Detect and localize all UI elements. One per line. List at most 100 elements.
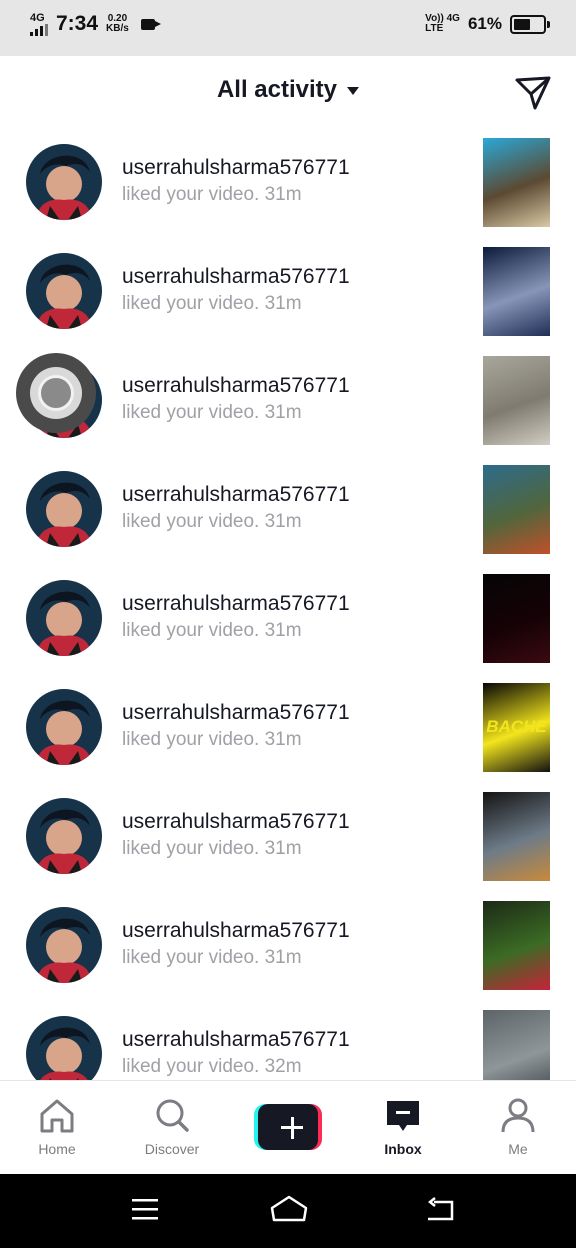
inbox-icon [387,1101,419,1131]
avatar[interactable] [26,580,102,656]
caret-down-icon [347,87,360,95]
video-camera-icon [140,18,161,30]
status-left: 4G 7:34 0.20 KB/s [30,12,161,36]
video-thumbnail[interactable] [483,1010,550,1080]
notification-text: liked your video. 31m [122,729,302,751]
username[interactable]: userrahulsharma576771 [122,156,350,180]
timestamp: 31m [264,402,302,423]
activity-header: All activity [0,56,576,132]
home-icon [40,1099,74,1133]
username[interactable]: userrahulsharma576771 [122,810,350,834]
volte-indicator: Vo)) 4G LTE [425,14,460,34]
avatar[interactable] [26,1016,102,1080]
plus-icon-vertical [290,1116,294,1139]
list-item[interactable]: userrahulsharma576771 liked your video. … [0,455,576,564]
avatar-image [26,580,102,656]
signal-indicator: 4G [30,12,48,36]
nav-discover[interactable]: Discover [122,1081,222,1175]
nav-home[interactable]: Home [7,1081,107,1175]
username[interactable]: userrahulsharma576771 [122,483,350,507]
username[interactable]: userrahulsharma576771 [122,374,350,398]
page-title: All activity [216,76,338,103]
avatar-image [26,471,102,547]
nav-me[interactable]: Me [468,1081,568,1175]
action-text: liked your video. [122,729,260,750]
create-button-body [258,1104,318,1150]
username[interactable]: userrahulsharma576771 [122,919,350,943]
speed-unit: KB/s [106,23,129,34]
list-item[interactable]: userrahulsharma576771 liked your video. … [0,782,576,891]
notification-text: liked your video. 31m [122,838,302,860]
avatar[interactable] [26,907,102,983]
home-outline-icon[interactable] [270,1194,308,1224]
action-text: liked your video. [122,838,260,859]
notification-list: userrahulsharma576771 liked your video. … [0,128,576,1080]
avatar-image [26,253,102,329]
notification-text: liked your video. 31m [122,402,302,424]
action-text: liked your video. [122,402,260,423]
lte-label: LTE [425,23,444,34]
paper-plane-icon[interactable] [514,74,552,112]
video-thumbnail[interactable] [483,356,550,445]
video-thumbnail[interactable]: BACHE [483,683,550,772]
battery-percent: 61% [467,14,502,33]
network-speed: 0.20 KB/s [106,14,129,34]
activity-filter-dropdown[interactable]: All activity [0,76,576,104]
notification-text: liked your video. 31m [122,293,302,315]
avatar[interactable] [26,144,102,220]
video-thumbnail[interactable] [483,574,550,663]
video-thumbnail[interactable] [483,465,550,554]
timestamp: 31m [264,729,302,750]
avatar[interactable] [26,798,102,874]
video-thumbnail[interactable] [483,138,550,227]
action-text: liked your video. [122,947,260,968]
username[interactable]: userrahulsharma576771 [122,1028,350,1052]
avatar[interactable] [26,471,102,547]
list-item[interactable]: userrahulsharma576771 liked your video. … [0,673,576,782]
video-thumbnail[interactable] [483,901,550,990]
signal-bars-icon [30,23,48,36]
clock: 7:34 [56,12,99,35]
timestamp: 32m [264,1056,302,1077]
username[interactable]: userrahulsharma576771 [122,592,350,616]
username[interactable]: userrahulsharma576771 [122,265,350,289]
timestamp: 31m [264,620,302,641]
nav-inbox[interactable]: Inbox [353,1081,453,1175]
notification-text: liked your video. 31m [122,184,302,206]
action-text: liked your video. [122,511,260,532]
nav-home-label: Home [38,1141,76,1157]
list-item[interactable]: userrahulsharma576771 liked your video. … [0,564,576,673]
create-video-button[interactable] [254,1104,322,1150]
username[interactable]: userrahulsharma576771 [122,701,350,725]
menu-icon[interactable] [130,1196,160,1222]
action-text: liked your video. [122,184,260,205]
notification-text: liked your video. 32m [122,1056,302,1078]
list-item[interactable]: userrahulsharma576771 liked your video. … [0,237,576,346]
avatar-image [26,144,102,220]
video-thumbnail[interactable] [483,792,550,881]
timestamp: 31m [264,293,302,314]
nav-me-label: Me [508,1141,528,1157]
avatar-image [26,1016,102,1080]
list-item[interactable]: userrahulsharma576771 liked your video. … [0,1000,576,1080]
timestamp: 31m [264,947,302,968]
status-bar: 4G 7:34 0.20 KB/s Vo)) 4G LTE 61% [0,0,576,56]
status-right: Vo)) 4G LTE 61% [425,14,550,34]
list-item[interactable]: userrahulsharma576771 liked your video. … [0,891,576,1000]
list-item[interactable]: userrahulsharma576771 liked your video. … [0,128,576,237]
notification-text: liked your video. 31m [122,947,302,969]
system-nav-bar [0,1174,576,1248]
video-thumbnail[interactable] [483,247,550,336]
avatar[interactable] [26,253,102,329]
assistive-touch-button[interactable] [16,353,96,433]
notification-text: liked your video. 31m [122,620,302,642]
person-icon [501,1098,535,1133]
avatar-image [26,798,102,874]
battery-icon [510,14,550,34]
timestamp: 31m [264,511,302,532]
avatar[interactable] [26,689,102,765]
avatar-image [26,907,102,983]
thumbnail-caption: BACHE [486,717,547,736]
back-icon[interactable] [424,1194,456,1224]
nav-discover-label: Discover [144,1141,200,1157]
